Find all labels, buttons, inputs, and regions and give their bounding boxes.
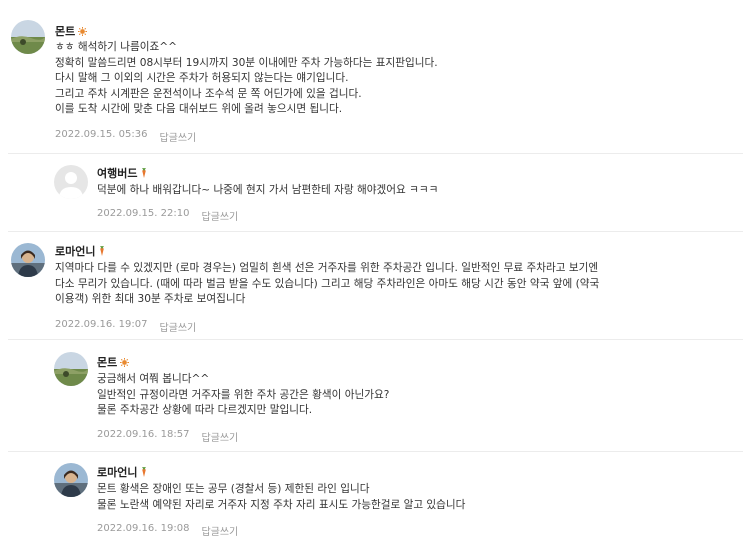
comment-author[interactable]: 로마언니: [97, 464, 149, 480]
comment-2: 여행버드 덕분에 하나 배워갑니다~ 나중에 현지 가서 남편한테 자랑 해야겠…: [0, 154, 743, 229]
comment-date: 2022.09.15. 05:36: [55, 129, 148, 140]
comment-3: 로마언니 지역마다 다를 수 있겠지만 (로마 경우는) 엄밀히 흰색 선은 거…: [0, 232, 743, 337]
comment-date: 2022.09.16. 19:07: [55, 319, 148, 330]
comment-meta: 2022.09.15. 05:36 답글쓰기: [55, 129, 196, 144]
comment-meta: 2022.09.16. 18:57 답글쓰기: [97, 429, 238, 444]
comment-author[interactable]: 몬트: [55, 23, 88, 39]
carrot-badge-icon: [98, 245, 107, 256]
comment-text: ㅎㅎ 해석하기 나름이죠^^ 정확히 말씀드리면 08시부터 19시까지 30분…: [55, 41, 438, 115]
carrot-badge-icon: [140, 167, 149, 178]
comment-author[interactable]: 로마언니: [55, 243, 107, 259]
default-profile-icon: [54, 165, 88, 199]
comment-date: 2022.09.16. 18:57: [97, 429, 190, 440]
comment-meta: 2022.09.16. 19:07 답글쓰기: [55, 319, 196, 334]
avatar[interactable]: [11, 243, 45, 277]
avatar[interactable]: [54, 352, 88, 386]
landscape-avatar-icon: [11, 20, 45, 54]
comment-4: 몬트 궁금해서 여쭤 봅니다^^ 일반적인 규정이라면 거주자를 위한 주차 공…: [0, 340, 743, 450]
landscape-avatar-icon: [54, 352, 88, 386]
avatar[interactable]: [54, 165, 88, 199]
comment-text: 몬트 황색은 장애인 또는 공무 (경찰서 등) 제한된 라인 입니다 물론 노…: [97, 483, 466, 511]
comment-5: 로마언니 몬트 황색은 장애인 또는 공무 (경찰서 등) 제한된 라인 입니다…: [0, 452, 743, 538]
comment-1: 몬트 ㅎㅎ 해석하기 나름이죠^^ 정확히 말씀드리면 08시부터 19시까지 …: [0, 0, 743, 150]
comment-author[interactable]: 여행버드: [97, 165, 149, 181]
person-photo-avatar-icon: [54, 463, 88, 497]
reply-button[interactable]: 답글쓰기: [201, 523, 238, 538]
comment-meta: 2022.09.16. 19:08 답글쓰기: [97, 523, 238, 538]
person-photo-avatar-icon: [11, 243, 45, 277]
avatar[interactable]: [54, 463, 88, 497]
sun-badge-icon: [78, 26, 88, 36]
comment-author[interactable]: 몬트: [97, 354, 130, 370]
reply-button[interactable]: 답글쓰기: [201, 429, 238, 444]
reply-button[interactable]: 답글쓰기: [159, 129, 196, 144]
reply-button[interactable]: 답글쓰기: [201, 208, 238, 223]
comment-date: 2022.09.15. 22:10: [97, 208, 190, 219]
comment-meta: 2022.09.15. 22:10 답글쓰기: [97, 208, 238, 223]
avatar[interactable]: [11, 20, 45, 54]
comment-text: 궁금해서 여쭤 봅니다^^ 일반적인 규정이라면 거주자를 위한 주차 공간은 …: [97, 373, 390, 416]
comment-date: 2022.09.16. 19:08: [97, 523, 190, 534]
comment-text: 덕분에 하나 배워갑니다~ 나중에 현지 가서 남편한테 자랑 해야겠어요 ㅋㅋ…: [97, 184, 439, 196]
carrot-badge-icon: [140, 466, 149, 477]
sun-badge-icon: [120, 357, 130, 367]
reply-button[interactable]: 답글쓰기: [159, 319, 196, 334]
comment-text: 지역마다 다를 수 있겠지만 (로마 경우는) 엄밀히 흰색 선은 거주자를 위…: [55, 262, 600, 305]
